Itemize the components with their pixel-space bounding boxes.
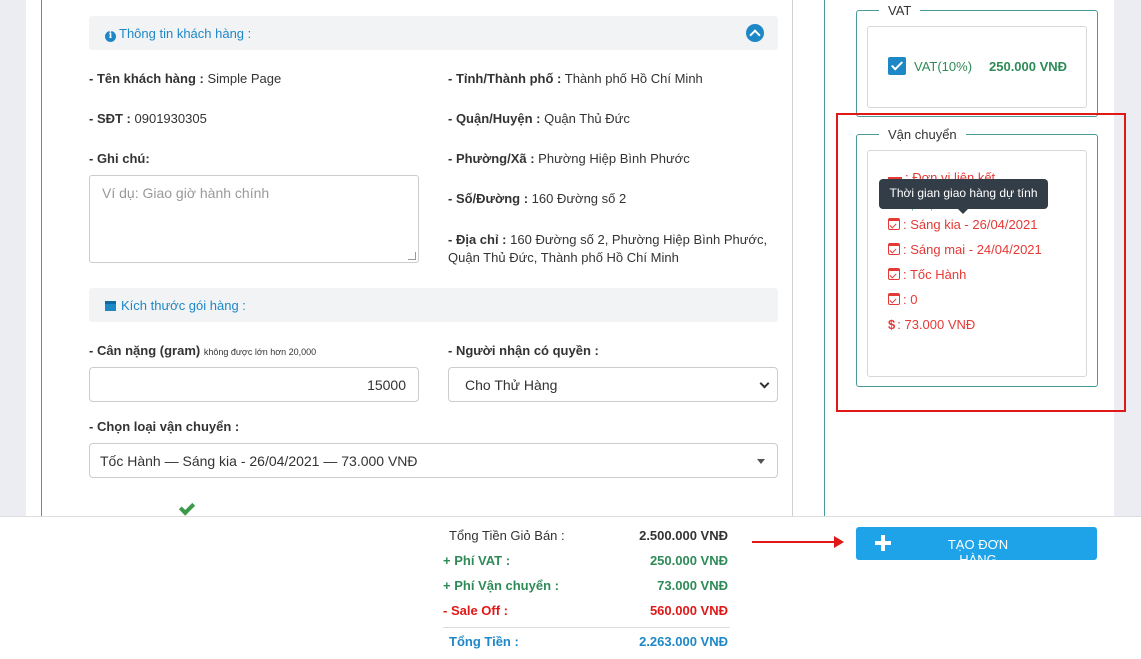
weight-label: - Cân nặng (gram) không được lớn hơn 20,… [89, 343, 316, 358]
subtotal-label: Tổng Tiền Giỏ Bán : [449, 528, 565, 543]
left-border [41, 0, 42, 516]
vat-fee-value: 250.000 VNĐ [649, 553, 728, 568]
phone-label: - SĐT : [89, 111, 131, 126]
note-placeholder: Ví dụ: Giao giờ hành chính [102, 185, 270, 201]
district: - Quận/Huyện : Quận Thủ Đức [448, 111, 630, 126]
total-label: Tổng Tiền : [449, 634, 519, 649]
plus-icon [875, 535, 891, 551]
ward-value: Phường Hiệp Bình Phước [538, 151, 690, 166]
phone-value: 0901930305 [134, 111, 207, 126]
shipping-type-value: Tốc Hành — Sáng kia - 26/04/2021 — 73.00… [100, 453, 418, 469]
summary-divider [443, 627, 730, 628]
customer-name-label: - Tên khách hàng : [89, 71, 204, 86]
total-value: 2.263.000 VNĐ [639, 634, 728, 649]
create-order-button[interactable]: TẠO ĐƠN HÀNG [856, 527, 1097, 567]
vat-amount: 250.000 VNĐ [989, 59, 1068, 74]
province-label: - Tỉnh/Thành phố : [448, 71, 562, 86]
address-value-line2: Quận Thủ Đức, Thành phố Hồ Chí Minh [448, 250, 679, 265]
ward-label: - Phường/Xã : [448, 151, 535, 166]
vat-inner-box: VAT(10%) 250.000 VNĐ [867, 26, 1087, 108]
district-label: - Quận/Huyện : [448, 111, 541, 126]
receiver-rights-label-text: - Người nhận có quyền : [448, 343, 599, 358]
province-value: Thành phố Hồ Chí Minh [564, 71, 703, 86]
customer-section-label: Thông tin khách hàng : [119, 26, 252, 41]
highlight-frame [836, 113, 1126, 412]
street: - Số/Đường : 160 Đường số 2 [448, 191, 626, 206]
order-page: i Thông tin khách hàng : - Tên khách hàng… [0, 0, 1141, 659]
subtotal-value: 2.500.000 VNĐ [639, 528, 728, 543]
package-section-label: Kích thước gói hàng : [121, 298, 246, 313]
address: - Địa chỉ : 160 Đường số 2, Phường Hiệp … [448, 231, 767, 267]
address-value-line1: 160 Đường số 2, Phường Hiệp Bình Phước, [510, 232, 768, 247]
vat-fee-label: + Phí VAT : [443, 553, 511, 568]
weight-value: 15000 [367, 377, 406, 393]
shipping-fee-label: + Phí Vận chuyển : [443, 578, 559, 593]
address-label: - Địa chỉ : [448, 232, 507, 247]
sidebar-left-border [824, 0, 825, 516]
collapse-chevron-up-icon[interactable] [746, 24, 764, 42]
province: - Tỉnh/Thành phố : Thành phố Hồ Chí Minh [448, 71, 703, 86]
pointer-arrow-icon [752, 536, 844, 548]
weight-hint: không được lớn hơn 20,000 [203, 347, 317, 357]
note-textarea[interactable]: Ví dụ: Giao giờ hành chính [89, 175, 419, 263]
vat-legend: VAT [879, 3, 921, 18]
district-value: Quận Thủ Đức [544, 111, 630, 126]
archive-box-icon [105, 301, 116, 311]
caret-down-icon [757, 459, 765, 464]
package-section-header: Kích thước gói hàng : [89, 288, 778, 322]
info-icon: i [105, 31, 116, 42]
shipping-type-select[interactable]: Tốc Hành — Sáng kia - 26/04/2021 — 73.00… [89, 443, 778, 478]
receiver-rights-value: Cho Thử Hàng [465, 377, 558, 393]
ward: - Phường/Xã : Phường Hiệp Bình Phước [448, 151, 690, 166]
shipping-fee-value: 73.000 VNĐ [657, 578, 728, 593]
chevron-down-icon [759, 378, 770, 389]
weight-input[interactable]: 15000 [89, 367, 419, 402]
street-label: - Số/Đường : [448, 191, 529, 206]
shipping-type-label-text: - Chọn loại vận chuyển : [89, 419, 240, 434]
customer-section-title: i Thông tin khách hàng : [105, 26, 251, 42]
vat-fieldset: VAT VAT(10%) 250.000 VNĐ [856, 3, 1098, 117]
receiver-rights-label: - Người nhận có quyền : [448, 343, 599, 358]
shipping-type-label: - Chọn loại vận chuyển : [89, 419, 239, 434]
note-label: - Ghi chú: [89, 151, 150, 166]
receiver-rights-select[interactable]: Cho Thử Hàng [448, 367, 778, 402]
vat-checkbox[interactable] [888, 57, 906, 75]
create-order-label: TẠO ĐƠN HÀNG [947, 537, 1009, 567]
resize-grip-icon[interactable] [408, 252, 416, 260]
customer-section-header[interactable]: i Thông tin khách hàng : [89, 16, 778, 50]
note-label-text: - Ghi chú: [89, 151, 150, 166]
customer-phone: - SĐT : 0901930305 [89, 111, 207, 126]
street-value: 160 Đường số 2 [531, 191, 627, 206]
vat-checkbox-label[interactable]: VAT(10%) [914, 59, 972, 74]
package-section-title: Kích thước gói hàng : [105, 298, 246, 313]
customer-name-value: Simple Page [207, 71, 282, 86]
customer-name: - Tên khách hàng : Simple Page [89, 71, 281, 86]
weight-label-text: - Cân nặng (gram) [89, 343, 201, 358]
saleoff-label: - Sale Off : [443, 603, 509, 618]
form-right-border [792, 0, 793, 516]
saleoff-value: 560.000 VNĐ [649, 603, 728, 618]
